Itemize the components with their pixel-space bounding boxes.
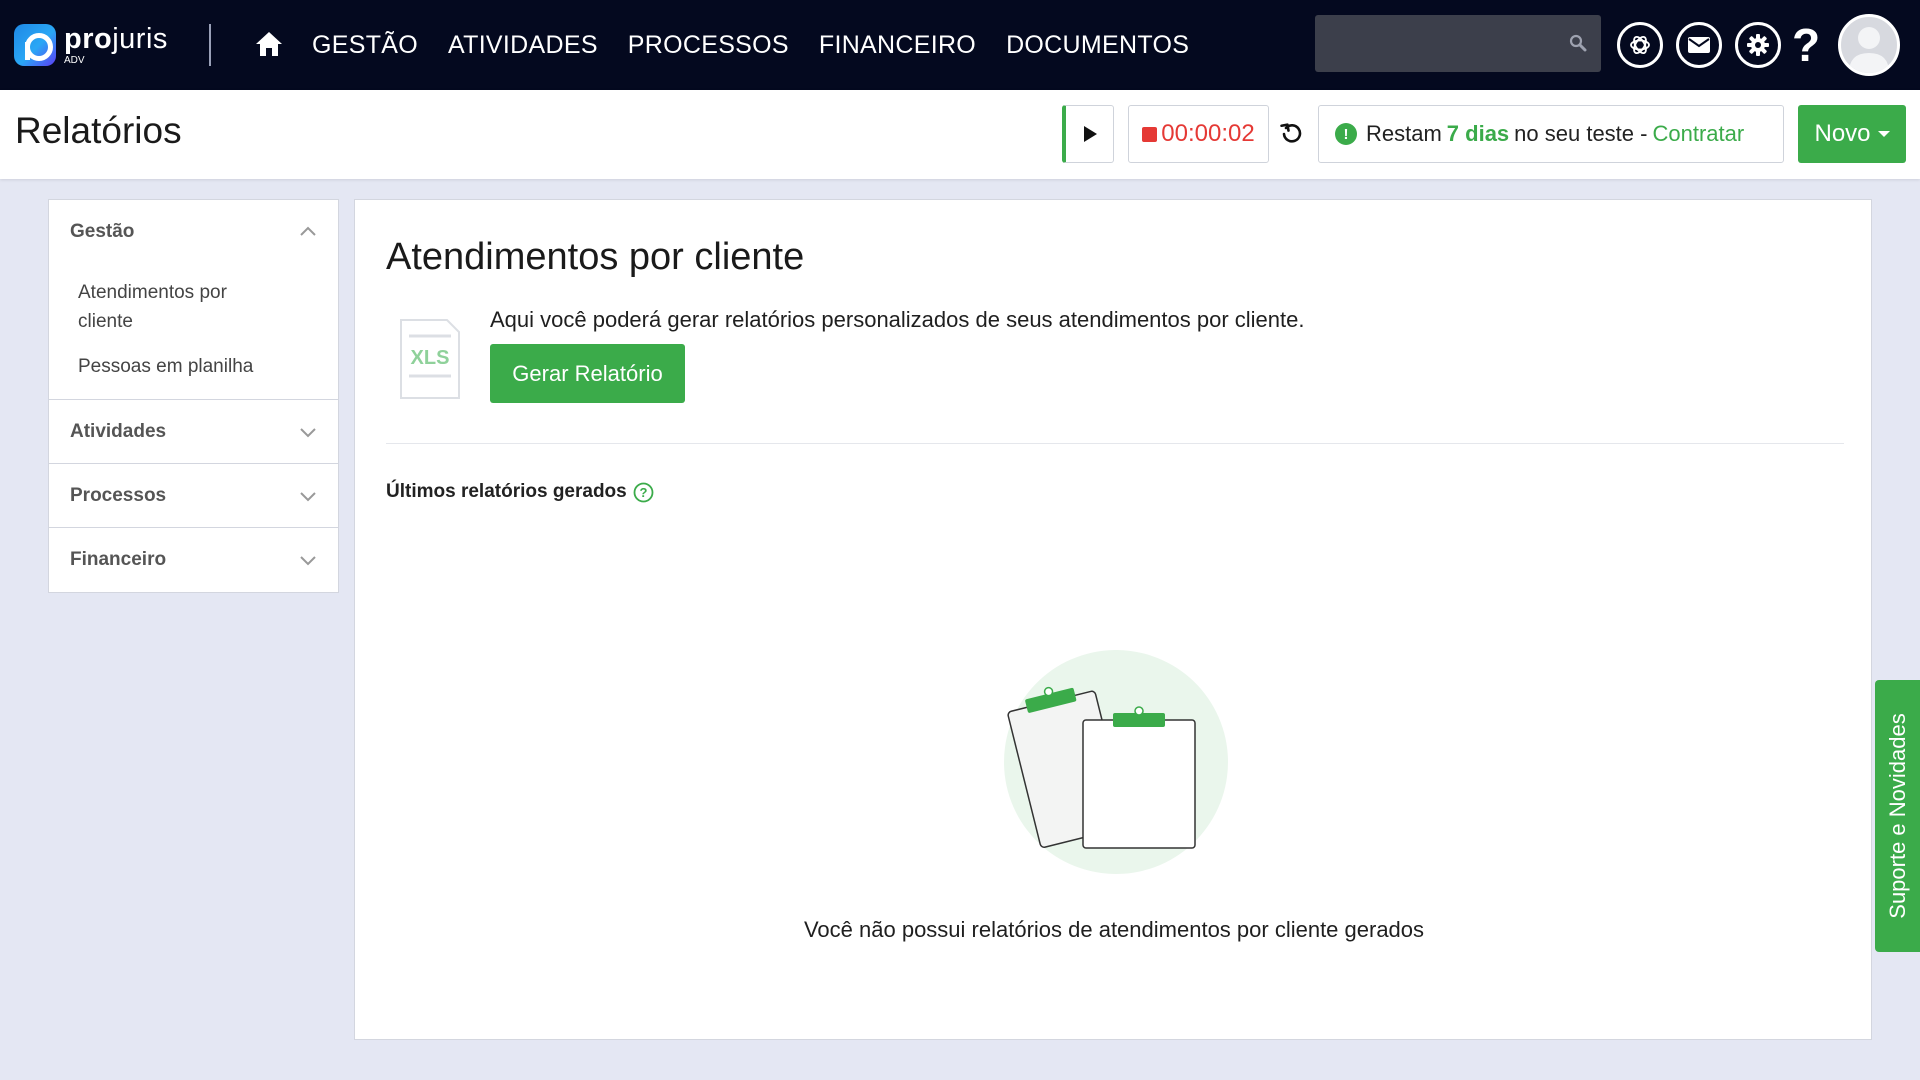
nav-item-gestao[interactable]: GESTÃO (312, 31, 418, 60)
search-input[interactable] (1315, 15, 1555, 72)
support-tab-label: Suporte e Novidades (1884, 713, 1910, 919)
support-news-tab[interactable]: Suporte e Novidades (1875, 680, 1920, 952)
alert-icon: ! (1335, 123, 1357, 145)
reset-timer-icon[interactable] (1280, 122, 1304, 146)
projuris-logo[interactable]: projuris ADV (14, 24, 168, 66)
sidebar-section-financeiro[interactable]: Financeiro (49, 528, 338, 592)
logo-wordmark: projuris (64, 22, 168, 55)
generate-report-button[interactable]: Gerar Relatório (490, 344, 685, 403)
logo-light-part: juris (112, 22, 168, 55)
chevron-up-icon (300, 226, 316, 236)
logo-text: projuris ADV (64, 22, 168, 66)
trial-notice: ! Restam 7 dias no seu teste - Contratar (1318, 105, 1784, 163)
nav-item-documentos[interactable]: DOCUMENTOS (1006, 31, 1189, 60)
caret-down-icon (1877, 131, 1890, 137)
settings-button[interactable] (1735, 22, 1781, 68)
envelope-icon (1688, 37, 1710, 53)
report-title: Atendimentos por cliente (386, 236, 805, 278)
gestao-items: Atendimentos por cliente Pessoas em plan… (49, 264, 338, 400)
report-description: Aqui você poderá gerar relatórios person… (490, 307, 1305, 332)
sidebar-item-pessoas-em-planilha[interactable]: Pessoas em planilha (49, 352, 338, 381)
sidebar-section-processos[interactable]: Processos (49, 464, 338, 528)
sidebar-section-label: Financeiro (70, 549, 167, 570)
chevron-down-icon (300, 427, 316, 437)
nav-item-processos[interactable]: PROCESSOS (628, 31, 789, 60)
nav-item-financeiro[interactable]: FINANCEIRO (819, 31, 976, 60)
last-reports-title: Últimos relatórios gerados (386, 481, 627, 502)
nav-separator (209, 24, 211, 66)
home-icon[interactable] (254, 30, 284, 58)
chevron-down-icon (300, 556, 316, 566)
nav-item-atividades[interactable]: ATIVIDADES (448, 31, 598, 60)
search-box (1315, 15, 1601, 72)
section-divider (386, 443, 1844, 444)
play-icon (1083, 126, 1097, 142)
chevron-down-icon (300, 491, 316, 501)
timer-value: 00:00:02 (1161, 120, 1255, 147)
reports-sidebar: Gestão Atendimentos por cliente Pessoas … (48, 199, 339, 593)
ai-assistant-button[interactable] (1617, 22, 1663, 68)
sidebar-section-label: Processos (70, 484, 167, 506)
question-circle-icon[interactable]: ? (633, 482, 654, 503)
main-menu: GESTÃO ATIVIDADES PROCESSOS FINANCEIRO D… (312, 0, 1219, 90)
trial-suffix: no seu teste - (1514, 121, 1648, 146)
last-reports-heading: Últimos relatórios gerados ? (386, 481, 654, 503)
trial-prefix: Restam (1366, 121, 1442, 146)
xls-file-icon: XLS (400, 319, 460, 399)
gear-icon (1747, 34, 1769, 56)
user-avatar[interactable] (1838, 14, 1900, 76)
search-icon[interactable] (1569, 34, 1587, 52)
messages-button[interactable] (1676, 22, 1722, 68)
logo-bold-part: pro (64, 22, 113, 55)
report-panel: Atendimentos por cliente XLS Aqui você p… (354, 199, 1872, 1040)
sidebar-section-label: Atividades (70, 420, 167, 442)
logo-mark-icon (14, 24, 56, 66)
new-button[interactable]: Novo (1798, 105, 1906, 163)
sidebar-section-gestao[interactable]: Gestão (49, 200, 338, 264)
top-navbar: projuris ADV GESTÃO ATIVIDADES PROCESSOS… (0, 0, 1920, 90)
user-silhouette-icon (1849, 27, 1889, 73)
stop-icon[interactable] (1142, 126, 1158, 142)
logo-subtitle: ADV (64, 54, 85, 66)
sidebar-section-atividades[interactable]: Atividades (49, 400, 338, 464)
page-title: Relatórios (15, 110, 182, 151)
contratar-link[interactable]: Contratar (1652, 121, 1744, 147)
sidebar-section-label: Gestão (70, 221, 135, 242)
openai-icon (1630, 35, 1650, 55)
timer-display[interactable]: 00:00:02 (1128, 105, 1269, 163)
trial-days: 7 dias (1446, 121, 1510, 146)
new-button-label: Novo (1814, 120, 1871, 147)
help-icon[interactable]: ? (1792, 18, 1820, 72)
xls-label: XLS (411, 347, 450, 369)
timer-play-button[interactable] (1062, 105, 1114, 163)
empty-clipboards-illustration (1004, 650, 1228, 874)
svg-text:?: ? (639, 485, 647, 500)
sidebar-item-atendimentos-por-cliente[interactable]: Atendimentos por cliente (49, 278, 279, 336)
empty-state-message: Você não possui relatórios de atendiment… (803, 917, 1425, 942)
page-header: Relatórios 00:00:02 ! Restam 7 dias no s… (0, 90, 1920, 179)
